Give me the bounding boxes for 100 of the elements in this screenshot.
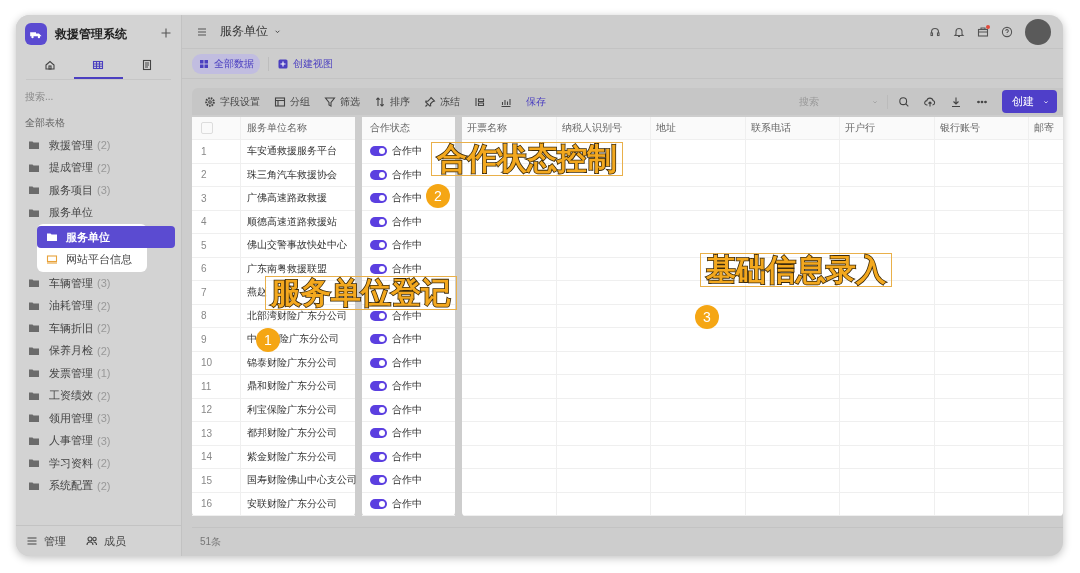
toggle-switch[interactable]	[370, 498, 387, 509]
row-number: 1	[200, 145, 208, 157]
column-header[interactable]: 开票名称	[462, 117, 557, 139]
toggle-switch[interactable]	[370, 263, 387, 274]
status-label: 合作中	[392, 238, 422, 253]
toolbar-button[interactable]: 字段设置	[204, 94, 260, 109]
select-all-checkbox[interactable]	[201, 122, 213, 134]
row-number: 10	[200, 357, 214, 369]
status-label: 合作中	[392, 473, 422, 488]
footer-link[interactable]: 管理	[26, 533, 66, 549]
status-label: 合作中	[392, 402, 422, 417]
toolbar-button[interactable]: 筛选	[324, 94, 360, 109]
column-header[interactable]: 银行账号	[934, 117, 1029, 139]
toggle-switch[interactable]	[370, 357, 387, 368]
toolbar-button[interactable]: 冻结	[424, 94, 460, 109]
toggle-switch[interactable]	[370, 428, 387, 439]
create-button[interactable]: 创建	[1002, 90, 1057, 113]
row-number: 13	[200, 427, 214, 439]
footer-link[interactable]: 成员	[86, 533, 126, 549]
column-header[interactable]: 邮寄	[1029, 117, 1063, 139]
status-label: 合作中	[392, 261, 422, 276]
bell-icon	[953, 25, 965, 38]
sidebar-item[interactable]: 车辆管理 (3)	[16, 272, 181, 295]
toggle-switch[interactable]	[370, 334, 387, 345]
sidebar-subitem[interactable]: 服务单位	[37, 226, 175, 248]
document-icon	[140, 59, 153, 71]
sidebar-item[interactable]: 提成管理 (2)	[16, 156, 181, 179]
folder-icon	[28, 367, 40, 380]
row-number: 9	[200, 333, 208, 345]
table-cell: 顺德高速道路救援站	[240, 210, 355, 233]
sidebar-item[interactable]: 救援管理 (2)	[16, 134, 181, 157]
column-header[interactable]: 联系电话	[745, 117, 840, 139]
table-cell: 广佛高速路政救援	[240, 187, 355, 210]
callout-label: 合作状态控制	[431, 142, 623, 176]
status-label: 合作中	[392, 426, 422, 441]
status-label: 合作中	[392, 379, 422, 394]
row-number: 6	[200, 263, 208, 275]
folder-icon	[28, 322, 40, 335]
table-cell: 鼎和财险广东分公司	[240, 375, 355, 398]
sidebar-item[interactable]: 油耗管理 (2)	[16, 294, 181, 317]
status-label: 合作中	[392, 167, 422, 182]
sidebar-item[interactable]: 服务单位	[16, 201, 181, 224]
save-link[interactable]: 保存	[526, 94, 546, 109]
record-count: 51条	[200, 535, 222, 549]
row-number: 8	[200, 310, 208, 322]
menu-icon	[196, 25, 208, 38]
table-cell: 车安通救援服务平台	[240, 140, 355, 163]
help-icon	[1001, 25, 1013, 38]
callout-label: 基础信息录入	[700, 253, 892, 287]
calendar-icon	[274, 95, 286, 108]
table-cell: 都邦财险广东分公司	[240, 422, 355, 445]
toggle-switch[interactable]	[370, 146, 387, 157]
toggle-switch[interactable]	[370, 216, 387, 227]
sort-icon	[374, 95, 386, 108]
row-number: 5	[200, 239, 208, 251]
toggle-switch[interactable]	[370, 404, 387, 415]
toggle-switch[interactable]	[370, 169, 387, 180]
grid-icon	[198, 57, 210, 70]
row-number: 7	[200, 286, 208, 298]
sidebar-item[interactable]: 保养月检 (2)	[16, 339, 181, 362]
row-number: 14	[200, 451, 214, 463]
view-tab[interactable]: 全部数据	[192, 53, 260, 74]
plus-square-icon	[277, 57, 289, 70]
headset-icon	[929, 25, 941, 38]
home-icon	[44, 59, 57, 71]
table-icon	[92, 59, 105, 71]
sidebar-item[interactable]: 领用管理 (3)	[16, 407, 181, 430]
toggle-switch[interactable]	[370, 475, 387, 486]
toggle-switch[interactable]	[370, 310, 387, 321]
filter-icon	[324, 95, 336, 108]
table-cell: 国寿财险佛山中心支公司	[240, 469, 355, 492]
folder-icon	[28, 277, 40, 290]
plus-icon	[160, 27, 172, 39]
sidebar-item[interactable]: 服务项目 (3)	[16, 179, 181, 202]
sidebar-item[interactable]: 工资绩效 (2)	[16, 384, 181, 407]
download-icon	[950, 95, 962, 108]
toggle-switch[interactable]	[370, 381, 387, 392]
sidebar-item[interactable]: 车辆折旧 (2)	[16, 317, 181, 340]
toggle-switch[interactable]	[370, 240, 387, 251]
sidebar-item[interactable]: 系统配置 (2)	[16, 474, 181, 497]
sliders-icon	[26, 535, 38, 547]
page-title-dropdown[interactable]: 服务单位	[220, 23, 282, 40]
column-header[interactable]: 开户行	[840, 117, 935, 139]
sidebar-subitem[interactable]: 网站平台信息	[37, 248, 166, 270]
column-header[interactable]: 纳税人识别号	[556, 117, 651, 139]
sidebar-item[interactable]: 学习资料 (2)	[16, 452, 181, 475]
folder-icon	[28, 139, 40, 152]
create-view-button[interactable]: 创建视图	[277, 56, 333, 71]
status-label: 合作中	[392, 144, 422, 159]
toggle-switch[interactable]	[370, 451, 387, 462]
avatar[interactable]	[1025, 18, 1051, 45]
toolbar-button[interactable]: 排序	[374, 94, 410, 109]
toggle-switch[interactable]	[370, 193, 387, 204]
row-number: 15	[200, 474, 214, 486]
sidebar-item[interactable]: 人事管理 (3)	[16, 429, 181, 452]
column-header[interactable]: 地址	[651, 117, 746, 139]
monitor-icon	[46, 253, 58, 265]
toolbar-button[interactable]: 分组	[274, 94, 310, 109]
row-number: 11	[200, 380, 213, 392]
search-icon	[898, 95, 910, 108]
